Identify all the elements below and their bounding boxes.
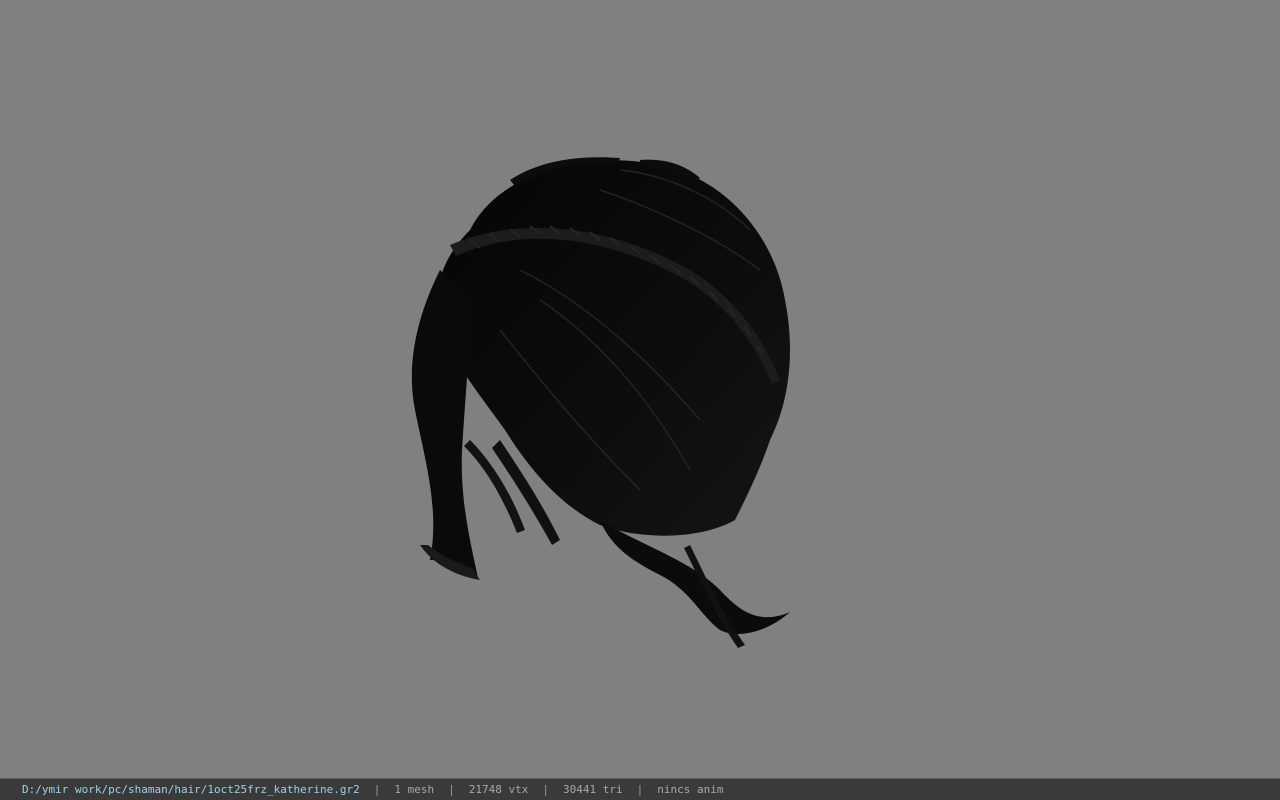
3d-viewport[interactable] [0,0,1280,778]
separator: | [373,783,381,796]
separator: | [448,783,455,796]
triangle-count: 30441 tri [563,783,623,796]
separator: | [542,783,549,796]
mesh-count: 1 mesh [394,783,435,796]
separator: | [636,783,644,796]
vertex-count: 21748 vtx [468,783,529,796]
hair-model-icon [411,157,790,648]
status-bar: D:/ymir work/pc/shaman/hair/1oct25frz_ka… [0,778,1280,800]
file-path: D:/ymir work/pc/shaman/hair/1oct25frz_ka… [22,783,360,796]
anim-status: nincs anim [657,783,724,796]
